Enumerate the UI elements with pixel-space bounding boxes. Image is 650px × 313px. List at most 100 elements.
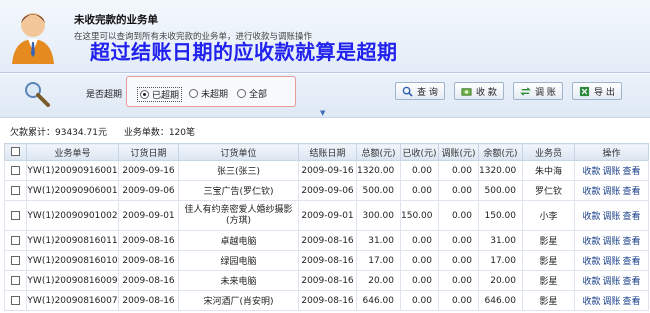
table-cell: 2009-09-06 [298, 180, 357, 201]
view-link[interactable]: 查看 [623, 187, 641, 197]
view-link[interactable]: 查看 [623, 237, 641, 247]
table-cell: 500.00 [356, 180, 401, 201]
adjust-link[interactable]: 调账 [602, 187, 620, 197]
radio-dot [237, 89, 246, 98]
adjust-link[interactable]: 调账 [602, 237, 620, 247]
table-cell: 2009-08-16 [298, 290, 357, 311]
table-cell: 17.00 [478, 250, 523, 271]
column-header[interactable]: 业务单号 [26, 143, 119, 161]
table-cell: 2009-08-16 [118, 230, 179, 251]
adjust-link[interactable]: 调账 [602, 167, 620, 177]
radio-overdue[interactable]: 已超期 [137, 87, 183, 102]
column-header[interactable]: 余额(元) [478, 143, 523, 161]
summary-line: 欠款累计：93434.71元 业务单数：120笔 [10, 125, 209, 138]
table-cell: 0.00 [438, 230, 479, 251]
collect-link[interactable]: 收款 [582, 212, 600, 222]
table-cell: 20.00 [356, 270, 401, 291]
column-header[interactable]: 业务员 [522, 143, 575, 161]
row-checkbox[interactable] [11, 165, 20, 175]
export-button[interactable]: 导 出 [572, 82, 622, 100]
table-cell: 佳人有约亲密爱人婚纱摄影(方琪) [178, 200, 299, 231]
table-cell: 0.00 [438, 250, 479, 271]
adjust-link[interactable]: 调账 [602, 297, 620, 307]
expand-caret-icon[interactable]: ▼ [320, 109, 325, 117]
adjust-link[interactable]: 调账 [602, 277, 620, 287]
table-cell: 0.00 [438, 290, 479, 311]
collect-link[interactable]: 收款 [582, 257, 600, 267]
table-row[interactable]: YW(1)20090906001 2009-09-06 三宝广告(罗仁钦) 2009-… [4, 180, 649, 201]
row-select-cell [4, 160, 27, 181]
table-row[interactable]: YW(1)20090816011 2009-08-16 卓越电脑 2009-08-16… [4, 230, 649, 251]
table-cell: 0.00 [438, 270, 479, 291]
view-link[interactable]: 查看 [623, 257, 641, 267]
row-checkbox[interactable] [11, 255, 20, 265]
table-cell: 未来电脑 [178, 270, 299, 291]
collect-link[interactable]: 收款 [582, 277, 600, 287]
table-cell: 0.00 [400, 250, 439, 271]
radio-not-overdue[interactable]: 未超期 [189, 87, 228, 100]
table-cell: 646.00 [356, 290, 401, 311]
collect-button[interactable]: 收 款 [454, 82, 504, 100]
row-actions: 收款 调账 查看 [574, 200, 649, 231]
column-header: 操作 [574, 143, 649, 161]
column-header[interactable]: 订货日期 [118, 143, 179, 161]
owed-total: 欠款累计：93434.71元 [10, 128, 107, 138]
excel-icon [579, 86, 590, 96]
table-row[interactable]: YW(1)20090816009 2009-08-16 未来电脑 2009-08-16… [4, 270, 649, 291]
magnifier-icon [25, 82, 50, 107]
select-all-cell [4, 143, 27, 161]
view-link[interactable]: 查看 [623, 297, 641, 307]
query-button[interactable]: 查 询 [395, 82, 445, 100]
radio-label-not-overdue: 未超期 [201, 90, 229, 100]
table-cell: 2009-08-16 [118, 250, 179, 271]
row-actions: 收款 调账 查看 [574, 160, 649, 181]
adjust-link[interactable]: 调账 [602, 212, 620, 222]
table-cell: 2009-09-01 [298, 200, 357, 231]
table-cell: 300.00 [356, 200, 401, 231]
row-checkbox[interactable] [11, 210, 20, 220]
order-count: 业务单数：120笔 [123, 128, 196, 138]
row-checkbox[interactable] [11, 235, 20, 245]
table-row[interactable]: YW(1)20090816007 2009-08-16 宋河酒厂(肖安明) 2009-… [4, 290, 649, 311]
table-row[interactable]: YW(1)20090916001 2009-09-16 张三(张三) 2009-09-… [4, 160, 649, 181]
table-row[interactable]: YW(1)20090816010 2009-08-16 绿园电脑 2009-08-16… [4, 250, 649, 271]
select-all-checkbox[interactable] [11, 147, 20, 156]
row-select-cell [4, 270, 27, 291]
adjust-button[interactable]: 调 账 [513, 82, 563, 100]
table-row[interactable]: YW(1)20090901002 2009-09-01 佳人有约亲密爱人婚纱摄影(方… [4, 200, 649, 231]
table-cell: 2009-08-16 [298, 270, 357, 291]
column-header[interactable]: 结账日期 [298, 143, 357, 161]
row-checkbox[interactable] [11, 275, 20, 285]
collect-link[interactable]: 收款 [582, 297, 600, 307]
collect-link[interactable]: 收款 [582, 187, 600, 197]
table-cell: 2009-09-16 [118, 160, 179, 181]
column-header[interactable]: 总额(元) [356, 143, 401, 161]
radio-all[interactable]: 全部 [237, 87, 267, 100]
collect-link[interactable]: 收款 [582, 237, 600, 247]
page-title: 未收完款的业务单 [74, 14, 158, 26]
table-cell: 150.00 [400, 200, 439, 231]
search-icon [402, 86, 413, 97]
table-cell: 0.00 [400, 180, 439, 201]
view-link[interactable]: 查看 [623, 212, 641, 222]
view-link[interactable]: 查看 [623, 167, 641, 177]
table-cell: 影星 [522, 270, 575, 291]
row-select-cell [4, 290, 27, 311]
column-header[interactable]: 已收(元) [400, 143, 439, 161]
row-checkbox[interactable] [11, 185, 20, 195]
table-cell: 150.00 [478, 200, 523, 231]
swap-icon [520, 86, 531, 96]
table-cell: 17.00 [356, 250, 401, 271]
column-header[interactable]: 调账(元) [438, 143, 479, 161]
table-cell: YW(1)20090906001 [26, 180, 119, 201]
row-actions: 收款 调账 查看 [574, 290, 649, 311]
radio-label-overdue: 已超期 [152, 91, 180, 101]
table-cell: 卓越电脑 [178, 230, 299, 251]
table-cell: 2009-08-16 [298, 250, 357, 271]
adjust-link[interactable]: 调账 [602, 257, 620, 267]
column-header[interactable]: 订货单位 [178, 143, 299, 161]
row-checkbox[interactable] [11, 295, 20, 305]
collect-link[interactable]: 收款 [582, 167, 600, 177]
view-link[interactable]: 查看 [623, 277, 641, 287]
table-cell: 影星 [522, 230, 575, 251]
